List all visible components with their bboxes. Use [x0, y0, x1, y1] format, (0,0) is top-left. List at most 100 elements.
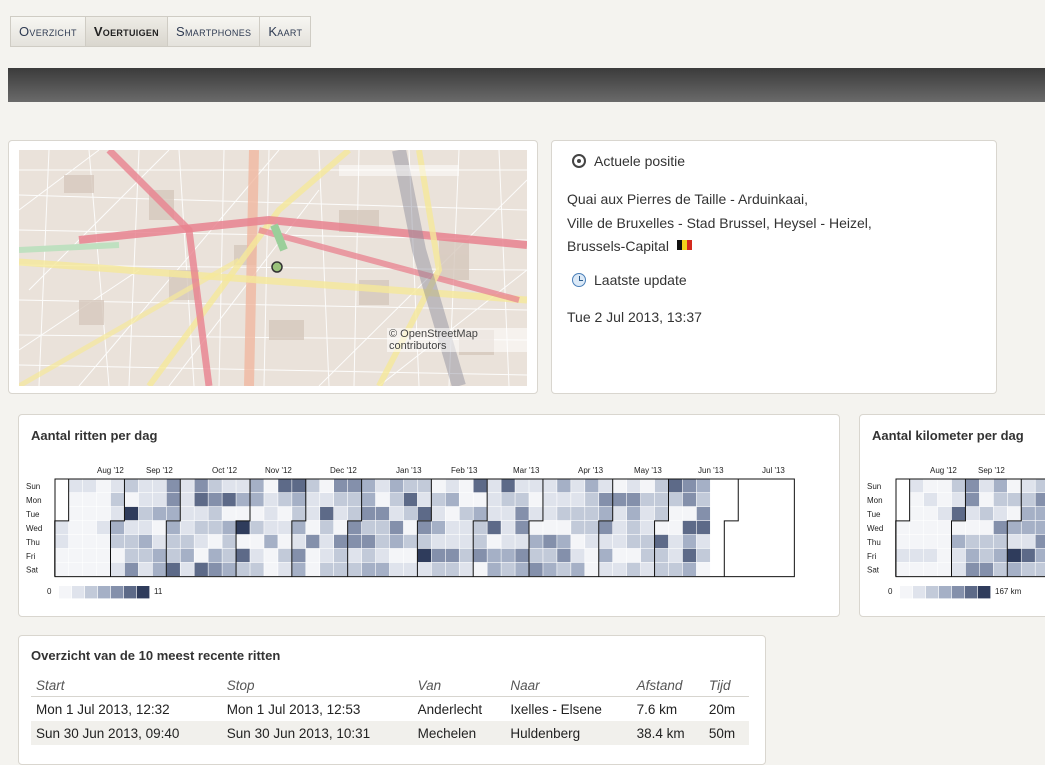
calendar-day-cell[interactable] — [753, 479, 766, 492]
calendar-day-cell[interactable] — [334, 521, 347, 534]
calendar-day-cell[interactable] — [725, 535, 738, 548]
calendar-day-cell[interactable] — [697, 507, 710, 520]
calendar-day-cell[interactable] — [460, 563, 473, 576]
calendar-day-cell[interactable] — [766, 549, 779, 562]
calendar-day-cell[interactable] — [641, 563, 654, 576]
calendar-day-cell[interactable] — [501, 563, 514, 576]
calendar-day-cell[interactable] — [460, 521, 473, 534]
calendar-day-cell[interactable] — [938, 493, 951, 506]
calendar-day-cell[interactable] — [1022, 493, 1035, 506]
calendar-day-cell[interactable] — [97, 521, 110, 534]
calendar-day-cell[interactable] — [432, 507, 445, 520]
calendar-day-cell[interactable] — [1022, 479, 1035, 492]
calendar-day-cell[interactable] — [487, 507, 500, 520]
calendar-day-cell[interactable] — [1008, 493, 1021, 506]
calendar-day-cell[interactable] — [222, 549, 235, 562]
calendar-day-cell[interactable] — [69, 479, 82, 492]
calendar-day-cell[interactable] — [980, 563, 993, 576]
calendar-day-cell[interactable] — [474, 549, 487, 562]
calendar-day-cell[interactable] — [1008, 507, 1021, 520]
calendar-day-cell[interactable] — [139, 507, 152, 520]
calendar-day-cell[interactable] — [125, 493, 138, 506]
calendar-day-cell[interactable] — [515, 507, 528, 520]
calendar-day-cell[interactable] — [571, 521, 584, 534]
calendar-day-cell[interactable] — [938, 549, 951, 562]
calendar-day-cell[interactable] — [557, 563, 570, 576]
calendar-day-cell[interactable] — [557, 493, 570, 506]
calendar-day-cell[interactable] — [208, 479, 221, 492]
calendar-day-cell[interactable] — [753, 563, 766, 576]
calendar-day-cell[interactable] — [487, 549, 500, 562]
calendar-day-cell[interactable] — [952, 521, 965, 534]
calendar-day-cell[interactable] — [446, 563, 459, 576]
calendar-day-cell[interactable] — [599, 507, 612, 520]
calendar-day-cell[interactable] — [571, 563, 584, 576]
calendar-day-cell[interactable] — [418, 535, 431, 548]
calendar-day-cell[interactable] — [153, 535, 166, 548]
calendar-day-cell[interactable] — [236, 507, 249, 520]
calendar-day-cell[interactable] — [362, 535, 375, 548]
calendar-day-cell[interactable] — [167, 479, 180, 492]
calendar-day-cell[interactable] — [167, 507, 180, 520]
calendar-day-cell[interactable] — [418, 493, 431, 506]
calendar-day-cell[interactable] — [97, 563, 110, 576]
calendar-day-cell[interactable] — [1036, 479, 1045, 492]
calendar-day-cell[interactable] — [980, 479, 993, 492]
calendar-day-cell[interactable] — [125, 521, 138, 534]
calendar-day-cell[interactable] — [292, 563, 305, 576]
calendar-day-cell[interactable] — [753, 535, 766, 548]
calendar-day-cell[interactable] — [83, 479, 96, 492]
calendar-day-cell[interactable] — [711, 507, 724, 520]
calendar-day-cell[interactable] — [432, 549, 445, 562]
calendar-day-cell[interactable] — [236, 535, 249, 548]
calendar-day-cell[interactable] — [501, 493, 514, 506]
calendar-day-cell[interactable] — [1036, 493, 1045, 506]
calendar-day-cell[interactable] — [236, 493, 249, 506]
calendar-day-cell[interactable] — [725, 563, 738, 576]
calendar-day-cell[interactable] — [669, 507, 682, 520]
tab-kaart[interactable]: Kaart — [259, 16, 311, 47]
calendar-day-cell[interactable] — [613, 535, 626, 548]
calendar-day-cell[interactable] — [487, 535, 500, 548]
calendar-day-cell[interactable] — [292, 479, 305, 492]
map-attribution[interactable]: © OpenStreetMap contributors — [387, 328, 527, 352]
calendar-day-cell[interactable] — [222, 521, 235, 534]
calendar-day-cell[interactable] — [924, 521, 937, 534]
calendar-day-cell[interactable] — [334, 549, 347, 562]
calendar-day-cell[interactable] — [739, 479, 752, 492]
calendar-day-cell[interactable] — [780, 521, 793, 534]
calendar-day-cell[interactable] — [697, 535, 710, 548]
calendar-day-cell[interactable] — [432, 493, 445, 506]
calendar-day-cell[interactable] — [167, 549, 180, 562]
calendar-day-cell[interactable] — [952, 507, 965, 520]
tab-overzicht[interactable]: Overzicht — [10, 16, 86, 47]
calendar-day-cell[interactable] — [474, 563, 487, 576]
calendar-day-cell[interactable] — [306, 563, 319, 576]
calendar-day-cell[interactable] — [613, 493, 626, 506]
calendar-day-cell[interactable] — [924, 479, 937, 492]
calendar-day-cell[interactable] — [697, 521, 710, 534]
calendar-day-cell[interactable] — [208, 521, 221, 534]
calendar-day-cell[interactable] — [487, 521, 500, 534]
calendar-day-cell[interactable] — [739, 507, 752, 520]
calendar-day-cell[interactable] — [529, 493, 542, 506]
calendar-day-cell[interactable] — [348, 493, 361, 506]
calendar-day-cell[interactable] — [83, 549, 96, 562]
calendar-day-cell[interactable] — [167, 563, 180, 576]
calendar-day-cell[interactable] — [980, 549, 993, 562]
col-tijd[interactable]: Tijd — [704, 674, 749, 697]
calendar-day-cell[interactable] — [362, 563, 375, 576]
calendar-day-cell[interactable] — [334, 535, 347, 548]
calendar-day-cell[interactable] — [418, 521, 431, 534]
calendar-day-cell[interactable] — [376, 563, 389, 576]
calendar-day-cell[interactable] — [739, 563, 752, 576]
calendar-day-cell[interactable] — [446, 507, 459, 520]
calendar-day-cell[interactable] — [966, 549, 979, 562]
calendar-day-cell[interactable] — [543, 493, 556, 506]
calendar-day-cell[interactable] — [139, 549, 152, 562]
calendar-day-cell[interactable] — [306, 493, 319, 506]
calendar-day-cell[interactable] — [181, 479, 194, 492]
calendar-day-cell[interactable] — [938, 521, 951, 534]
calendar-day-cell[interactable] — [208, 535, 221, 548]
calendar-day-cell[interactable] — [627, 563, 640, 576]
